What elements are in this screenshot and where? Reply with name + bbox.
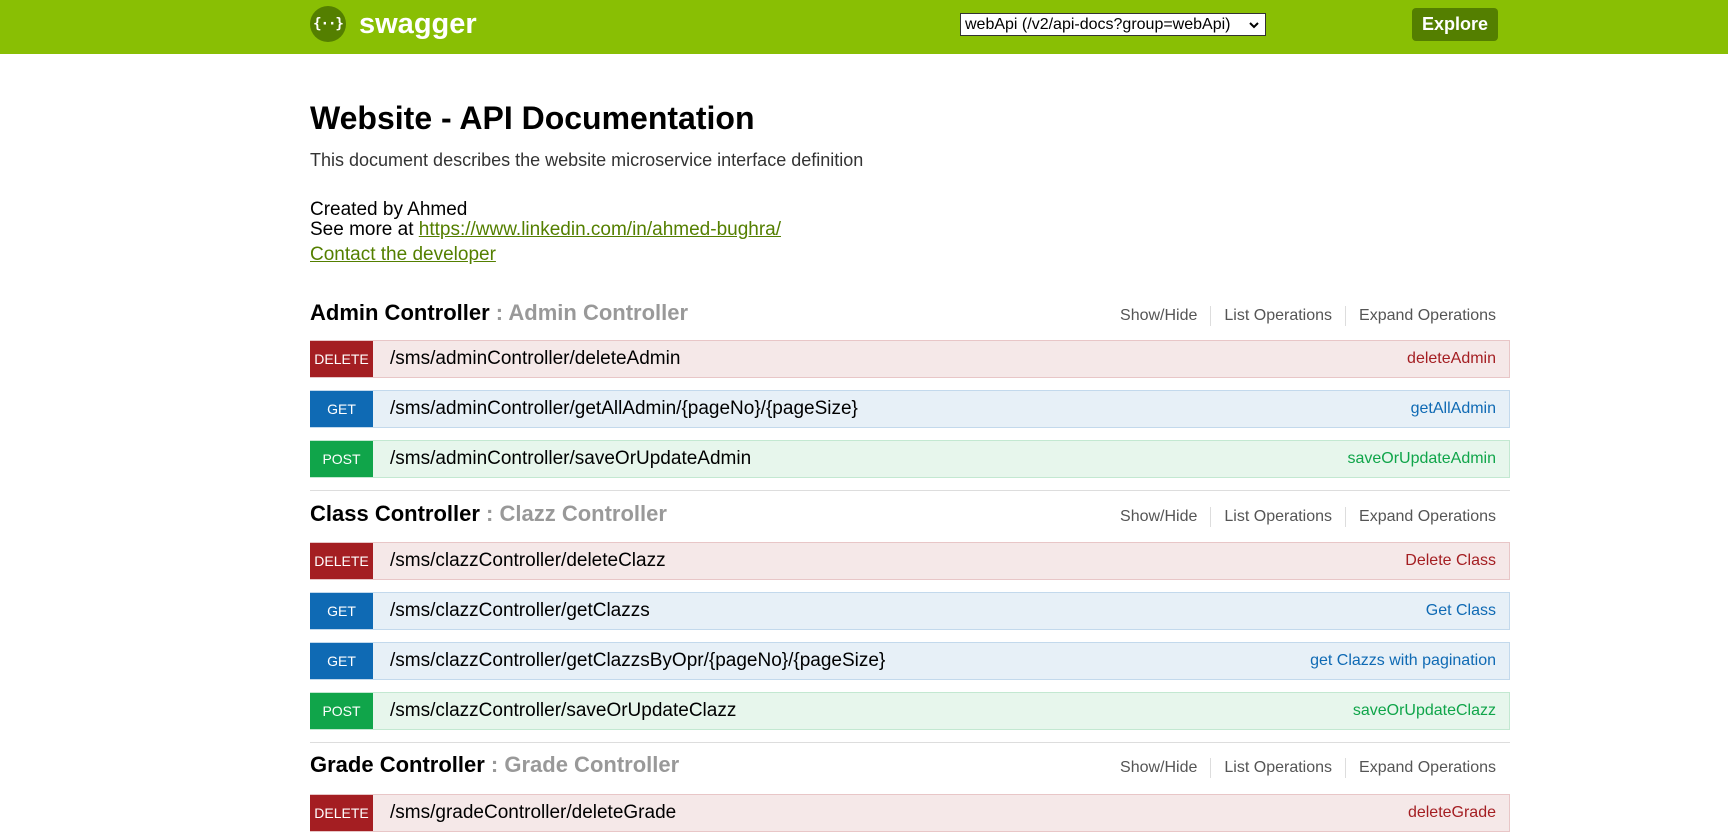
- operation-summary[interactable]: get Clazzs with pagination: [1310, 652, 1496, 670]
- logo-text: swagger: [359, 7, 477, 40]
- operation-row[interactable]: GET /sms/adminController/getAllAdmin/{pa…: [310, 390, 1510, 428]
- created-by-text: Created by Ahmed: [310, 199, 468, 220]
- operation-path[interactable]: /sms/clazzController/saveOrUpdateClazz: [390, 700, 1353, 722]
- operation-path[interactable]: /sms/gradeController/deleteGrade: [390, 802, 1408, 824]
- resource-title[interactable]: Class Controller : Clazz Controller: [310, 501, 667, 527]
- section-divider: [310, 742, 1510, 743]
- method-badge-post[interactable]: POST: [310, 441, 373, 477]
- show-hide-link[interactable]: Show/Hide: [1120, 508, 1197, 526]
- operation-path[interactable]: /sms/clazzController/getClazzs: [390, 600, 1426, 622]
- resource-description: : Clazz Controller: [479, 501, 667, 526]
- method-badge-delete[interactable]: DELETE: [310, 341, 373, 377]
- api-definition-value: webApi (/v2/api-docs?group=webApi): [965, 15, 1231, 33]
- list-operations-link[interactable]: List Operations: [1224, 508, 1332, 526]
- api-description: This document describes the website micr…: [310, 150, 864, 170]
- operation-summary[interactable]: getAllAdmin: [1411, 400, 1496, 418]
- contact-developer-link[interactable]: Contact the developer: [310, 244, 496, 266]
- resource-description: : Grade Controller: [484, 752, 680, 777]
- swagger-logo[interactable]: {··} swagger: [310, 5, 477, 43]
- operation-path[interactable]: /sms/adminController/deleteAdmin: [390, 348, 1407, 370]
- resource-name: Admin Controller: [310, 300, 490, 325]
- resource-description: : Admin Controller: [489, 300, 689, 325]
- operation-path[interactable]: /sms/clazzController/getClazzsByOpr/{pag…: [390, 650, 1310, 672]
- resource-name: Class Controller: [310, 501, 480, 526]
- method-badge-delete[interactable]: DELETE: [310, 543, 373, 579]
- list-operations-link[interactable]: List Operations: [1224, 307, 1332, 325]
- see-more-prefix: See more at: [310, 219, 419, 240]
- expand-operations-link[interactable]: Expand Operations: [1359, 508, 1496, 526]
- resource-actions: Show/Hide List Operations Expand Operati…: [1120, 758, 1496, 778]
- divider: [1345, 758, 1347, 778]
- divider: [1210, 306, 1212, 326]
- divider: [1345, 306, 1347, 326]
- operation-row[interactable]: GET /sms/clazzController/getClazzs Get C…: [310, 592, 1510, 630]
- operation-row[interactable]: POST /sms/adminController/saveOrUpdateAd…: [310, 440, 1510, 478]
- operation-summary[interactable]: Delete Class: [1405, 552, 1496, 570]
- explore-button[interactable]: Explore: [1412, 8, 1498, 41]
- operation-path[interactable]: /sms/adminController/getAllAdmin/{pageNo…: [390, 398, 1411, 420]
- operation-summary[interactable]: Get Class: [1426, 602, 1496, 620]
- operation-row[interactable]: DELETE /sms/clazzController/deleteClazz …: [310, 542, 1510, 580]
- method-badge-delete[interactable]: DELETE: [310, 795, 373, 831]
- top-bar: {··} swagger webApi (/v2/api-docs?group=…: [0, 0, 1728, 54]
- resource-name: Grade Controller: [310, 752, 485, 777]
- chevron-down-icon: [1247, 18, 1261, 32]
- operation-row[interactable]: DELETE /sms/adminController/deleteAdmin …: [310, 340, 1510, 378]
- operation-row[interactable]: DELETE /sms/gradeController/deleteGrade …: [310, 794, 1510, 832]
- resource-actions: Show/Hide List Operations Expand Operati…: [1120, 507, 1496, 527]
- operation-summary[interactable]: saveOrUpdateClazz: [1353, 702, 1496, 720]
- show-hide-link[interactable]: Show/Hide: [1120, 759, 1197, 777]
- list-operations-link[interactable]: List Operations: [1224, 759, 1332, 777]
- operation-path[interactable]: /sms/adminController/saveOrUpdateAdmin: [390, 448, 1347, 470]
- resource-title[interactable]: Admin Controller : Admin Controller: [310, 300, 688, 326]
- linkedin-link[interactable]: https://www.linkedin.com/in/ahmed-bughra…: [419, 219, 781, 240]
- expand-operations-link[interactable]: Expand Operations: [1359, 759, 1496, 777]
- divider: [1345, 507, 1347, 527]
- show-hide-link[interactable]: Show/Hide: [1120, 307, 1197, 325]
- method-badge-get[interactable]: GET: [310, 391, 373, 427]
- operation-path[interactable]: /sms/clazzController/deleteClazz: [390, 550, 1405, 572]
- operation-row[interactable]: POST /sms/clazzController/saveOrUpdateCl…: [310, 692, 1510, 730]
- swagger-logo-icon: {··}: [310, 6, 346, 42]
- section-divider: [310, 490, 1510, 491]
- see-more-text: See more at https://www.linkedin.com/in/…: [310, 219, 781, 241]
- resource-actions: Show/Hide List Operations Expand Operati…: [1120, 306, 1496, 326]
- operation-summary[interactable]: saveOrUpdateAdmin: [1347, 450, 1496, 468]
- operation-summary[interactable]: deleteAdmin: [1407, 350, 1496, 368]
- divider: [1210, 507, 1212, 527]
- method-badge-get[interactable]: GET: [310, 643, 373, 679]
- expand-operations-link[interactable]: Expand Operations: [1359, 307, 1496, 325]
- operation-summary[interactable]: deleteGrade: [1408, 804, 1496, 822]
- method-badge-get[interactable]: GET: [310, 593, 373, 629]
- method-badge-post[interactable]: POST: [310, 693, 373, 729]
- resource-title[interactable]: Grade Controller : Grade Controller: [310, 752, 679, 778]
- operation-row[interactable]: GET /sms/clazzController/getClazzsByOpr/…: [310, 642, 1510, 680]
- divider: [1210, 758, 1212, 778]
- page-title: Website - API Documentation: [310, 100, 755, 136]
- api-definition-select[interactable]: webApi (/v2/api-docs?group=webApi): [960, 13, 1266, 36]
